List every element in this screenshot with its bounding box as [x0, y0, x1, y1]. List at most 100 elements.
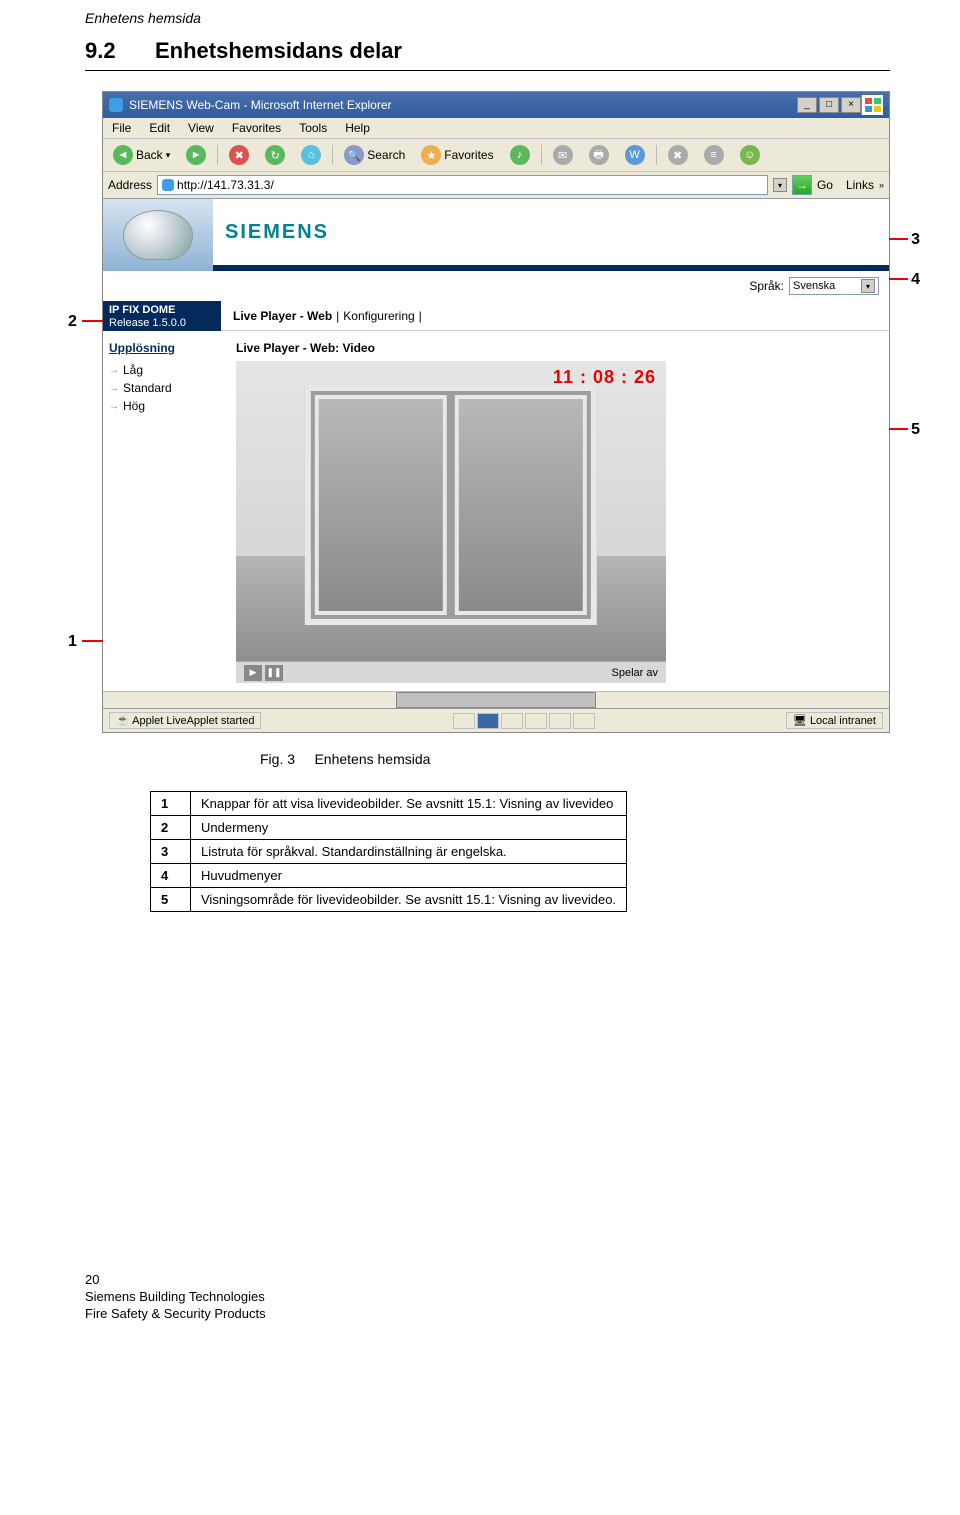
legend-num: 4: [151, 864, 191, 888]
x-icon: ✖: [668, 145, 688, 165]
tab-live[interactable]: Live Player - Web: [233, 309, 332, 323]
annotation-5: 5: [911, 421, 920, 439]
legend-text: Knappar för att visa livevideobilder. Se…: [191, 792, 627, 816]
media-button[interactable]: ♪: [505, 142, 535, 168]
legend-num: 3: [151, 840, 191, 864]
sidebar-item-low[interactable]: → Låg: [109, 361, 215, 379]
menu-file[interactable]: File: [103, 118, 140, 138]
footer-line-2: Fire Safety & Security Products: [85, 1306, 960, 1321]
language-value: Svenska: [793, 280, 835, 292]
extra2-button[interactable]: ≡: [699, 142, 729, 168]
favorites-button[interactable]: ★Favorites: [416, 142, 498, 168]
legend-num: 1: [151, 792, 191, 816]
ie-icon: [109, 98, 123, 112]
sidebar-item-label: Låg: [123, 363, 143, 377]
table-row: 3Listruta för språkval. Standardinställn…: [151, 840, 627, 864]
sidebar-item-high[interactable]: →Hög: [109, 397, 215, 415]
mail-button[interactable]: ✉: [548, 142, 578, 168]
chevron-down-icon: ▾: [861, 279, 875, 293]
back-icon: ◄: [113, 145, 133, 165]
brand-logo: SIEMENS: [225, 221, 329, 244]
menu-edit[interactable]: Edit: [140, 118, 179, 138]
legend-num: 5: [151, 888, 191, 912]
maximize-button[interactable]: □: [819, 97, 839, 113]
nav-row: IP FIX DOME Release 1.5.0.0 Live Player …: [103, 301, 889, 331]
content-area: Live Player - Web: Video 11 : 08 : 26 ▶: [221, 331, 889, 691]
separator: [541, 145, 542, 165]
language-select[interactable]: Svenska ▾: [789, 277, 879, 295]
main-tabs: Live Player - Web | Konfigurering |: [221, 301, 889, 331]
back-button[interactable]: ◄ Back ▾: [108, 142, 175, 168]
page-icon: [162, 179, 174, 191]
print-icon: 🖶: [589, 145, 609, 165]
address-label: Address: [108, 178, 152, 192]
address-input[interactable]: http://141.73.31.3/: [157, 175, 768, 195]
separator: [656, 145, 657, 165]
section-title: 9.2Enhetshemsidans delar: [0, 38, 960, 64]
mail-icon: ✉: [553, 145, 573, 165]
messenger-button[interactable]: ☺: [735, 142, 765, 168]
go-button[interactable]: →: [792, 175, 812, 195]
annotation-1: 1: [68, 633, 77, 651]
menu-help[interactable]: Help: [336, 118, 379, 138]
doc-icon: ≡: [704, 145, 724, 165]
print-button[interactable]: 🖶: [584, 142, 614, 168]
minimize-button[interactable]: _: [797, 97, 817, 113]
product-release: Release 1.5.0.0: [109, 317, 215, 330]
legend-num: 2: [151, 816, 191, 840]
word-icon: W: [625, 145, 645, 165]
favorites-label: Favorites: [444, 148, 493, 162]
forward-button[interactable]: ►: [181, 142, 211, 168]
status-segments: [453, 713, 595, 729]
video-timestamp: 11 : 08 : 26: [553, 367, 656, 388]
legend-text: Undermeny: [191, 816, 627, 840]
menu-tools[interactable]: Tools: [290, 118, 336, 138]
address-bar: Address http://141.73.31.3/ ▾ → Go Links…: [103, 172, 889, 199]
search-icon: 🔍: [344, 145, 364, 165]
arrow-icon: →: [109, 401, 119, 412]
forward-icon: ►: [186, 145, 206, 165]
media-icon: ♪: [510, 145, 530, 165]
sidebar-item-std[interactable]: →Standard: [109, 379, 215, 397]
status-bar: ☕ Applet LiveApplet started 🖥 Local intr…: [103, 708, 889, 732]
search-button[interactable]: 🔍Search: [339, 142, 410, 168]
word-button[interactable]: W: [620, 142, 650, 168]
toolbar: ◄ Back ▾ ► ✖ ↻ ⌂ 🔍Search ★Favorites ♪ ✉ …: [103, 139, 889, 172]
page-running-header: Enhetens hemsida: [0, 10, 960, 26]
menu-view[interactable]: View: [179, 118, 223, 138]
browser-window: SIEMENS Web-Cam - Microsoft Internet Exp…: [102, 91, 890, 733]
pause-button[interactable]: ❚❚: [265, 665, 283, 681]
status-left: ☕ Applet LiveApplet started: [109, 712, 261, 729]
page-footer: 20 Siemens Building Technologies Fire Sa…: [0, 1272, 960, 1321]
tab-config[interactable]: Konfigurering: [343, 309, 414, 323]
video-box: 11 : 08 : 26 ▶ ❚❚ Spelar av: [236, 361, 666, 681]
product-name: IP FIX DOME: [109, 304, 215, 317]
links-label[interactable]: Links: [846, 178, 874, 192]
video-image: [236, 361, 666, 661]
refresh-button[interactable]: ↻: [260, 142, 290, 168]
top-band: SIEMENS: [103, 199, 889, 271]
main-area: Upplösning →Låg →Standard →Hög Live Play…: [103, 331, 889, 691]
video-frame: 11 : 08 : 26: [236, 361, 666, 661]
windows-flag-icon: [861, 95, 883, 115]
play-button[interactable]: ▶: [244, 665, 262, 681]
home-button[interactable]: ⌂: [296, 142, 326, 168]
separator: [217, 145, 218, 165]
section-rule: [85, 70, 890, 71]
window-title: SIEMENS Web-Cam - Microsoft Internet Exp…: [129, 98, 392, 112]
menu-favorites[interactable]: Favorites: [223, 118, 290, 138]
figure-text: Enhetens hemsida: [314, 751, 430, 767]
section-text: Enhetshemsidans delar: [155, 38, 402, 63]
language-label: Språk:: [749, 279, 784, 293]
status-right-text: Local intranet: [810, 715, 876, 727]
address-dropdown-icon[interactable]: ▾: [773, 178, 787, 192]
legend-text: Listruta för språkval. Standardinställni…: [191, 840, 627, 864]
content-label: Live Player - Web: Video: [236, 341, 874, 355]
stop-button[interactable]: ✖: [224, 142, 254, 168]
h-scrollbar[interactable]: [103, 691, 889, 708]
table-row: 4Huvudmenyer: [151, 864, 627, 888]
close-button[interactable]: ×: [841, 97, 861, 113]
arrow-icon: →: [109, 365, 119, 376]
annotation-3: 3: [911, 231, 920, 249]
extra1-button[interactable]: ✖: [663, 142, 693, 168]
